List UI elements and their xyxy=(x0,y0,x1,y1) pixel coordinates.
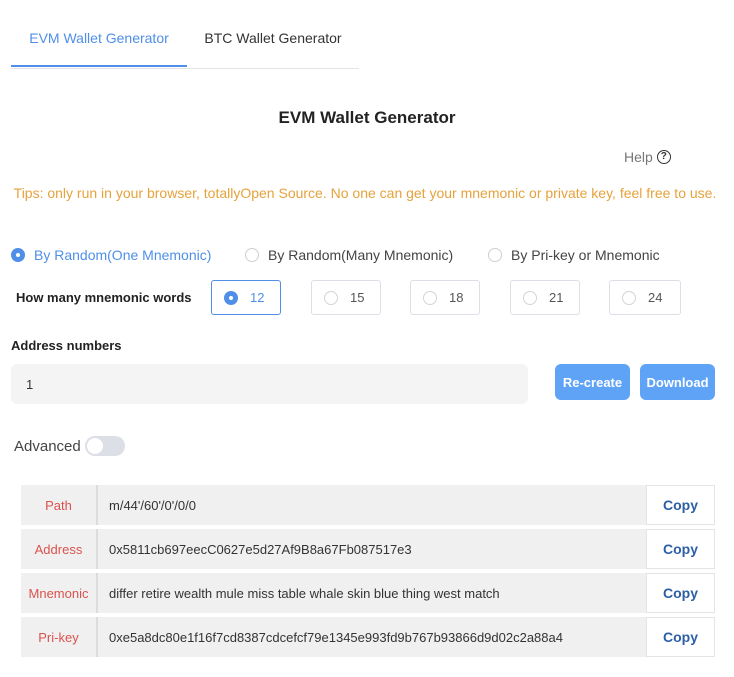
copy-path-button[interactable]: Copy xyxy=(646,485,715,525)
download-button[interactable]: Download xyxy=(640,364,715,400)
row-value: 0xe5a8dc80e1f16f7cd8387cdcefcf79e1345e99… xyxy=(98,617,646,657)
copy-prikey-button[interactable]: Copy xyxy=(646,617,715,657)
row-key: Address xyxy=(21,529,98,569)
radio-unchecked-icon xyxy=(245,248,259,262)
address-numbers-label: Address numbers xyxy=(11,338,122,353)
mode-prikey-or-mnemonic[interactable]: By Pri-key or Mnemonic xyxy=(488,247,660,263)
result-row-path: Path m/44'/60'/0'/0/0 Copy xyxy=(21,485,715,525)
word-count-label: 18 xyxy=(449,290,464,305)
tab-evm-wallet-generator[interactable]: EVM Wallet Generator xyxy=(11,0,187,68)
word-count-option-15[interactable]: 15 xyxy=(311,280,381,315)
radio-checked-icon xyxy=(224,290,238,305)
recreate-button[interactable]: Re-create xyxy=(555,364,630,400)
row-value: m/44'/60'/0'/0/0 xyxy=(98,485,646,525)
copy-address-button[interactable]: Copy xyxy=(646,529,715,569)
copy-mnemonic-button[interactable]: Copy xyxy=(646,573,715,613)
tab-btc-wallet-generator[interactable]: BTC Wallet Generator xyxy=(187,0,359,68)
row-value: 0x5811cb697eecC0627e5d27Af9B8a67Fb087517… xyxy=(98,529,646,569)
word-count-label: 15 xyxy=(350,290,365,305)
active-tab-indicator xyxy=(11,65,187,67)
mode-random-one-mnemonic[interactable]: By Random(One Mnemonic) xyxy=(11,247,211,263)
result-row-prikey: Pri-key 0xe5a8dc80e1f16f7cd8387cdcefcf79… xyxy=(21,617,715,657)
toggle-knob xyxy=(87,438,103,454)
wallet-result-table: Path m/44'/60'/0'/0/0 Copy Address 0x581… xyxy=(21,485,715,661)
mode-label: By Random(Many Mnemonic) xyxy=(268,247,454,263)
page-title: EVM Wallet Generator xyxy=(278,108,456,127)
radio-unchecked-icon xyxy=(324,290,338,305)
word-count-label: 12 xyxy=(250,290,265,305)
tips-text: Tips: only run in your browser, totallyO… xyxy=(13,185,717,201)
advanced-label: Advanced xyxy=(14,438,81,455)
radio-unchecked-icon xyxy=(523,290,537,305)
address-numbers-input[interactable] xyxy=(11,364,528,404)
generation-mode-group: By Random(One Mnemonic) By Random(Many M… xyxy=(0,244,734,266)
word-count-option-24[interactable]: 24 xyxy=(609,280,681,315)
word-count-option-18[interactable]: 18 xyxy=(410,280,480,315)
row-key: Mnemonic xyxy=(21,573,98,613)
question-circle-icon: ? xyxy=(656,150,671,164)
advanced-toggle[interactable] xyxy=(85,436,125,456)
result-row-mnemonic: Mnemonic differ retire wealth mule miss … xyxy=(21,573,715,613)
mode-random-many-mnemonic[interactable]: By Random(Many Mnemonic) xyxy=(245,247,453,263)
radio-checked-icon xyxy=(11,248,25,262)
help-label: Help xyxy=(624,149,653,165)
word-count-label: 21 xyxy=(549,290,564,305)
mode-label: By Pri-key or Mnemonic xyxy=(511,247,660,263)
word-count-option-21[interactable]: 21 xyxy=(510,280,580,315)
word-count-label: 24 xyxy=(648,290,663,305)
mnemonic-words-label: How many mnemonic words xyxy=(16,290,192,305)
radio-unchecked-icon xyxy=(488,248,502,262)
word-count-option-12[interactable]: 12 xyxy=(211,280,281,315)
result-row-address: Address 0x5811cb697eecC0627e5d27Af9B8a67… xyxy=(21,529,715,569)
help-link[interactable]: Help ? xyxy=(624,149,671,165)
row-value: differ retire wealth mule miss table wha… xyxy=(98,573,646,613)
row-key: Path xyxy=(21,485,98,525)
mode-label: By Random(One Mnemonic) xyxy=(34,247,212,263)
tab-bar: EVM Wallet Generator BTC Wallet Generato… xyxy=(11,0,359,69)
row-key: Pri-key xyxy=(21,617,98,657)
radio-unchecked-icon xyxy=(423,290,437,305)
radio-unchecked-icon xyxy=(622,290,636,305)
